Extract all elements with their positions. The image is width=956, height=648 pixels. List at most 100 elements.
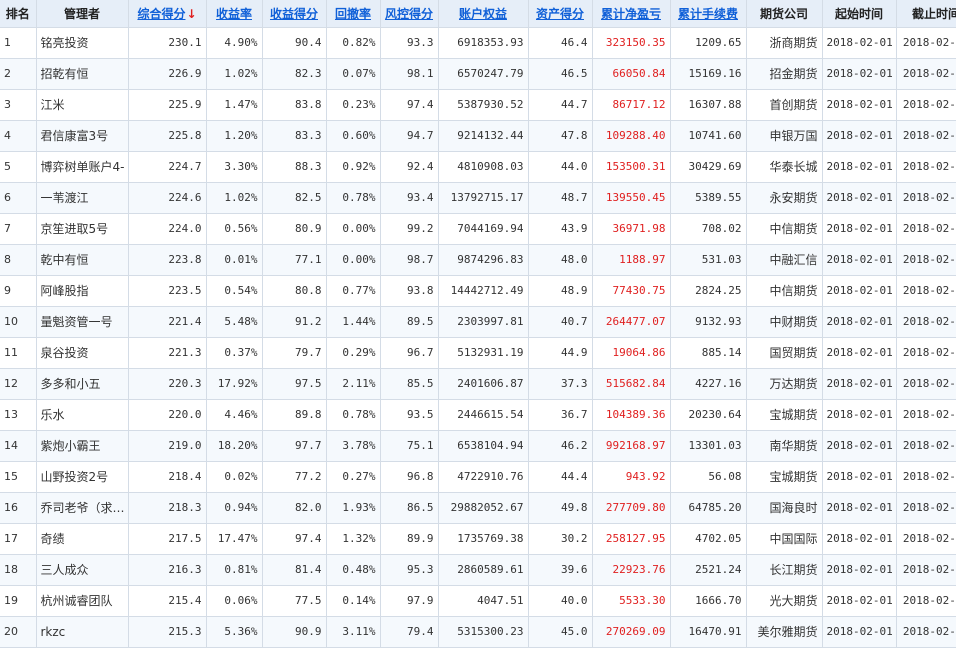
composite-score-cell: 221.3: [128, 337, 207, 369]
drawdown-cell: 3.11%: [326, 616, 381, 648]
rank-cell: 13: [0, 399, 37, 431]
manager-cell: 山野投资2号: [36, 461, 129, 493]
start-date-cell: 2018-02-01: [822, 368, 897, 400]
return-score-cell: 97.4: [262, 523, 327, 555]
manager-cell: 杭州诚睿团队: [36, 585, 129, 617]
risk-score-cell: 97.9: [380, 585, 439, 617]
asset-score-cell: 46.4: [528, 27, 593, 59]
broker-cell: 国贸期货: [746, 337, 823, 369]
fees-cell: 9132.93: [670, 306, 747, 338]
broker-cell: 永安期货: [746, 182, 823, 214]
start-date-cell: 2018-02-01: [822, 337, 897, 369]
equity-cell: 14442712.49: [438, 275, 529, 307]
end-date-cell: 2018-02-23: [896, 523, 956, 555]
header-broker: 期货公司: [746, 0, 823, 28]
drawdown-cell: 0.14%: [326, 585, 381, 617]
net-pnl-cell: 77430.75: [592, 275, 671, 307]
header-composite-score[interactable]: 综合得分↓: [128, 0, 207, 28]
rank-cell: 20: [0, 616, 37, 648]
table-row: 7 京笙进取5号 224.0 0.56% 80.9 0.00% 99.2 7044169.94…: [0, 213, 956, 245]
drawdown-cell: 0.00%: [326, 213, 381, 245]
fees-cell: 4702.05: [670, 523, 747, 555]
end-date-cell: 2018-02-23: [896, 182, 956, 214]
risk-score-cell: 98.1: [380, 58, 439, 90]
return-rate-cell: 0.94%: [206, 492, 263, 524]
ranking-table: 排名 管理者 综合得分↓ 收益率 收益得分 回撤率 风控得分 账户权益 资产得分…: [0, 0, 956, 648]
risk-score-cell: 93.4: [380, 182, 439, 214]
return-rate-cell: 0.37%: [206, 337, 263, 369]
table-row: 1 铭亮投资 230.1 4.90% 90.4 0.82% 93.3 6918353.93 46…: [0, 27, 956, 59]
return-score-cell: 77.1: [262, 244, 327, 276]
table-row: 17 奇绩 217.5 17.47% 97.4 1.32% 89.9 1735769.38 30…: [0, 523, 956, 555]
rank-cell: 16: [0, 492, 37, 524]
fees-cell: 1666.70: [670, 585, 747, 617]
manager-cell: 君信康富3号: [36, 120, 129, 152]
start-date-cell: 2018-02-01: [822, 244, 897, 276]
end-date-cell: 2018-02-23: [896, 399, 956, 431]
header-end: 截止时间: [896, 0, 956, 28]
asset-score-cell: 37.3: [528, 368, 593, 400]
broker-cell: 国海良时: [746, 492, 823, 524]
equity-cell: 4810908.03: [438, 151, 529, 183]
rank-cell: 18: [0, 554, 37, 586]
header-return-rate[interactable]: 收益率: [206, 0, 263, 28]
net-pnl-cell: 270269.09: [592, 616, 671, 648]
net-pnl-cell: 36971.98: [592, 213, 671, 245]
composite-score-cell: 223.8: [128, 244, 207, 276]
header-asset-score[interactable]: 资产得分: [528, 0, 593, 28]
net-pnl-cell: 277709.80: [592, 492, 671, 524]
drawdown-cell: 0.23%: [326, 89, 381, 121]
manager-cell: 阿峰股指: [36, 275, 129, 307]
broker-cell: 中信期货: [746, 213, 823, 245]
return-score-cell: 97.7: [262, 430, 327, 462]
rank-cell: 12: [0, 368, 37, 400]
manager-cell: 量魁资管一号: [36, 306, 129, 338]
equity-cell: 6570247.79: [438, 58, 529, 90]
return-score-cell: 80.9: [262, 213, 327, 245]
table-row: 10 量魁资管一号 221.4 5.48% 91.2 1.44% 89.5 2303997.8…: [0, 306, 956, 338]
return-score-cell: 77.2: [262, 461, 327, 493]
composite-score-cell: 224.7: [128, 151, 207, 183]
header-return-score[interactable]: 收益得分: [262, 0, 327, 28]
equity-cell: 9214132.44: [438, 120, 529, 152]
fees-cell: 885.14: [670, 337, 747, 369]
drawdown-cell: 1.44%: [326, 306, 381, 338]
broker-cell: 中财期货: [746, 306, 823, 338]
net-pnl-cell: 109288.40: [592, 120, 671, 152]
net-pnl-cell: 258127.95: [592, 523, 671, 555]
start-date-cell: 2018-02-01: [822, 27, 897, 59]
rank-cell: 19: [0, 585, 37, 617]
broker-cell: 中国国际: [746, 523, 823, 555]
risk-score-cell: 95.3: [380, 554, 439, 586]
table-row: 6 一苇渡江 224.6 1.02% 82.5 0.78% 93.4 13792715.17 4…: [0, 182, 956, 214]
drawdown-cell: 0.78%: [326, 399, 381, 431]
equity-cell: 5315300.23: [438, 616, 529, 648]
end-date-cell: 2018-02-23: [896, 461, 956, 493]
header-drawdown[interactable]: 回撤率: [326, 0, 381, 28]
fees-cell: 531.03: [670, 244, 747, 276]
drawdown-cell: 0.27%: [326, 461, 381, 493]
composite-score-cell: 216.3: [128, 554, 207, 586]
broker-cell: 浙商期货: [746, 27, 823, 59]
broker-cell: 南华期货: [746, 430, 823, 462]
return-score-cell: 77.5: [262, 585, 327, 617]
fees-cell: 2824.25: [670, 275, 747, 307]
return-score-cell: 90.9: [262, 616, 327, 648]
equity-cell: 2303997.81: [438, 306, 529, 338]
return-score-cell: 82.0: [262, 492, 327, 524]
header-equity[interactable]: 账户权益: [438, 0, 529, 28]
header-net-pnl[interactable]: 累计净盈亏: [592, 0, 671, 28]
table-row: 2 招乾有恒 226.9 1.02% 82.3 0.07% 98.1 6570247.79 46…: [0, 58, 956, 90]
header-manager: 管理者: [36, 0, 129, 28]
end-date-cell: 2018-02-23: [896, 213, 956, 245]
broker-cell: 首创期货: [746, 89, 823, 121]
composite-score-cell: 219.0: [128, 430, 207, 462]
rank-cell: 10: [0, 306, 37, 338]
fees-cell: 16307.88: [670, 89, 747, 121]
header-risk-score[interactable]: 风控得分: [380, 0, 439, 28]
manager-cell: 招乾有恒: [36, 58, 129, 90]
fees-cell: 15169.16: [670, 58, 747, 90]
return-rate-cell: 0.54%: [206, 275, 263, 307]
table-row: 8 乾中有恒 223.8 0.01% 77.1 0.00% 98.7 9874296.83 48…: [0, 244, 956, 276]
header-fees[interactable]: 累计手续费: [670, 0, 747, 28]
